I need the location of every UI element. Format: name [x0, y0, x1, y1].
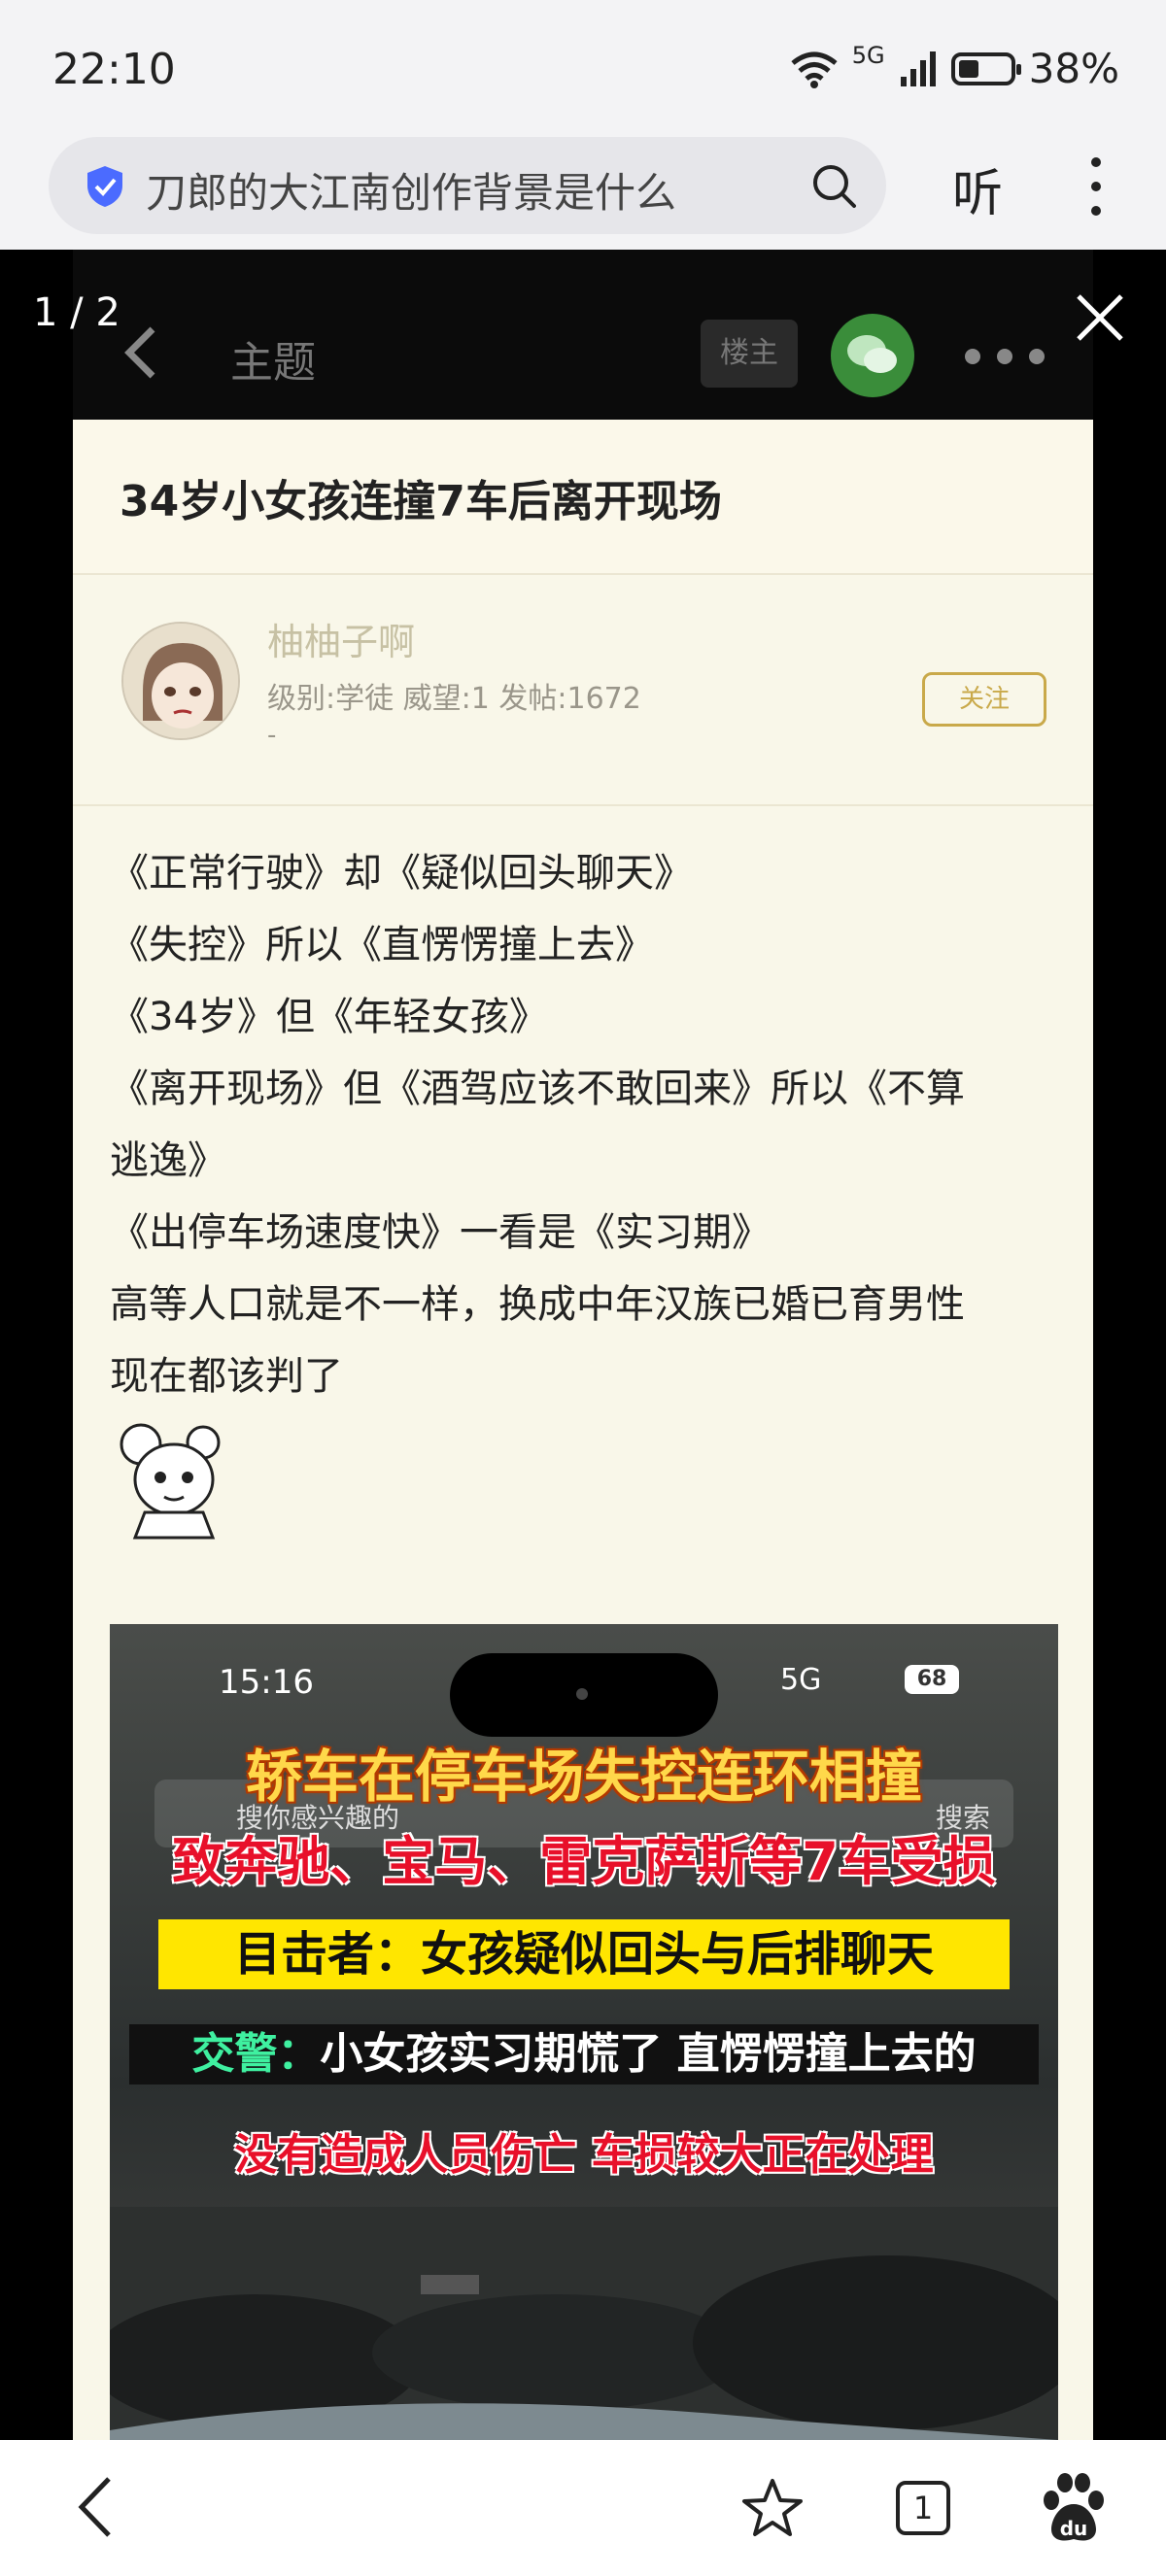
address-text: 刀郎的大江南创作背景是什么 — [146, 169, 677, 217]
back-icon — [124, 326, 155, 379]
battery-level: 38% — [1028, 45, 1119, 92]
post-line: 《出停车场速度快》一看是《实习期》 — [110, 1210, 771, 1255]
caption-police-lead: 交警： — [191, 2029, 321, 2079]
wifi-icon — [791, 51, 838, 88]
post-body: 《正常行驶》却《疑似回头聊天》 《失控》所以《直愣愣撞上去》 《34岁》但《年轻… — [110, 837, 1081, 1412]
username: 柚柚子啊 — [267, 621, 416, 663]
dynamic-island — [450, 1653, 718, 1737]
tabs-button[interactable]: 1 — [896, 2481, 950, 2535]
post-line: 《离开现场》但《酒驾应该不敢回来》所以《不算 — [110, 1067, 965, 1111]
user-meta: 级别:学徒 威望:1 发帖:1672 — [267, 682, 641, 716]
wechat-icon — [831, 314, 914, 397]
post-line: 《失控》所以《直愣愣撞上去》 — [110, 923, 654, 967]
svg-text:du: du — [1060, 2517, 1088, 2540]
network-type: 5G — [851, 41, 885, 69]
signal-icon — [900, 51, 936, 86]
image-viewer: 主题 楼主 34岁小女孩连撞7车后离开现场 柚柚子啊 级别:学徒 威望:1 发帖… — [0, 250, 1166, 2440]
back-icon[interactable] — [76, 2475, 115, 2539]
video-network: 5G — [780, 1663, 822, 1697]
caption-witness: 目击者：女孩疑似回头与后排聊天 — [158, 1919, 1010, 1989]
address-bar[interactable]: 刀郎的大江南创作背景是什么 — [49, 137, 886, 234]
post-line: 高等人口就是不一样，换成中年汉族已婚已育男性 — [110, 1282, 965, 1327]
caption-headline: 轿车在停车场失控连环相撞 — [245, 1744, 922, 1810]
screenshot-image: 主题 楼主 34岁小女孩连撞7车后离开现场 柚柚子啊 级别:学徒 威望:1 发帖… — [73, 250, 1093, 2440]
video-status-time: 15:16 — [219, 1663, 314, 1702]
follow-button: 关注 — [922, 672, 1046, 727]
image-counter: 1 / 2 — [33, 290, 120, 335]
user-extra: - — [267, 721, 277, 750]
caption-police-text: 小女孩实习期慌了 直愣愣撞上去的 — [320, 2029, 977, 2079]
parking-lot-scene — [110, 2207, 1058, 2440]
close-icon[interactable] — [1073, 290, 1127, 345]
avatar — [121, 622, 240, 740]
search-icon[interactable] — [810, 162, 859, 211]
status-bar: 22:10 5G 38% — [0, 0, 1166, 131]
post-line: 逃逸》 — [110, 1138, 226, 1183]
post-title-section: 34岁小女孩连撞7车后离开现场 — [73, 420, 1093, 575]
battery-icon — [950, 51, 1021, 85]
post-title: 34岁小女孩连撞7车后离开现场 — [120, 477, 722, 526]
post-line: 《正常行驶》却《疑似回头聊天》 — [110, 851, 693, 896]
caption-police: 交警：小女孩实习期慌了 直愣愣撞上去的 — [129, 2024, 1039, 2085]
browser-toolbar: 刀郎的大江南创作背景是什么 听 — [0, 131, 1166, 250]
status-time: 22:10 — [52, 45, 176, 94]
post-line: 《34岁》但《年轻女孩》 — [110, 995, 548, 1039]
bottom-navigation: 1 du — [0, 2440, 1166, 2576]
video-screenshot: 15:16 5G 68 搜你感兴趣的 搜索 轿车在停车场失控连环相撞 致奔驰、宝… — [110, 1624, 1058, 2440]
caption-damage: 致奔驰、宝马、雷克萨斯等7车受损 — [172, 1831, 996, 1892]
listen-button[interactable]: 听 — [952, 153, 1003, 225]
topic-label: 主题 — [230, 338, 316, 388]
sticker-emoji — [120, 1423, 221, 1540]
forum-header: 主题 楼主 — [73, 250, 1093, 420]
more-icon — [965, 349, 1045, 364]
status-icons: 5G 38% — [790, 41, 1119, 92]
more-menu-icon[interactable] — [1086, 153, 1106, 220]
shield-icon — [87, 166, 122, 207]
star-icon[interactable] — [740, 2477, 805, 2539]
louzhu-button: 楼主 — [701, 320, 798, 388]
caption-status: 没有造成人员伤亡 车损较大正在处理 — [234, 2130, 934, 2180]
user-info: 柚柚子啊 级别:学徒 威望:1 发帖:1672 - 关注 — [73, 577, 1093, 806]
post-line: 现在都该判了 — [110, 1354, 343, 1399]
video-battery: 68 — [905, 1665, 959, 1694]
baidu-icon[interactable]: du — [1038, 2471, 1110, 2545]
